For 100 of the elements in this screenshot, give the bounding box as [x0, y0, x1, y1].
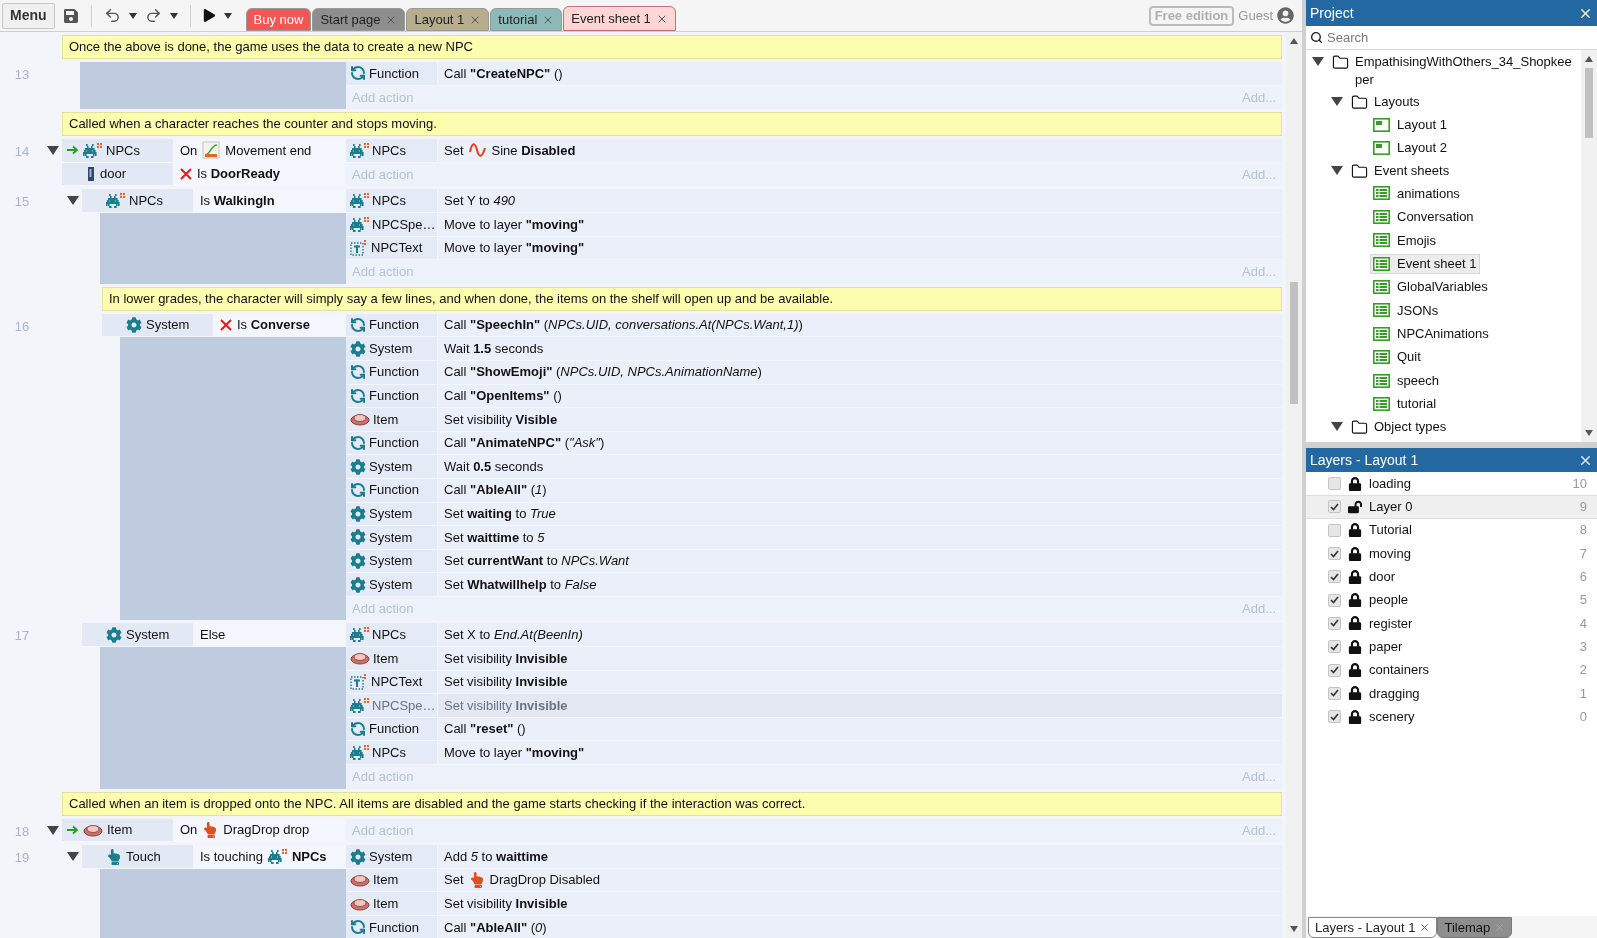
action-cell[interactable]: Add 5 to waittime: [438, 845, 1282, 868]
menu-button[interactable]: Menu: [2, 2, 55, 29]
lock-icon[interactable]: [1348, 476, 1362, 491]
expand-toggle[interactable]: [67, 196, 79, 207]
action-cell[interactable]: Set Y to 490: [438, 189, 1282, 212]
action-object-cell[interactable]: NPCs: [346, 189, 438, 212]
condition-object-cell[interactable]: door: [62, 162, 174, 186]
expand-toggle[interactable]: [47, 146, 59, 157]
action-cell[interactable]: Wait 1.5 seconds: [438, 337, 1282, 360]
save-icon[interactable]: [62, 7, 79, 24]
action-object-cell[interactable]: System: [346, 502, 438, 526]
action-cell[interactable]: Call "AbleAll" (0): [438, 916, 1282, 938]
action-object-cell[interactable]: NPCText: [346, 236, 438, 260]
action-object-cell[interactable]: Function: [346, 916, 438, 938]
unlock-icon[interactable]: [1348, 499, 1362, 514]
layer-row[interactable]: containers 2: [1306, 658, 1597, 682]
tree-item[interactable]: JSONs: [1370, 300, 1442, 321]
action-object-cell[interactable]: Function: [346, 360, 438, 384]
expand-toggle[interactable]: [67, 852, 79, 863]
action-object-cell[interactable]: Function: [346, 478, 438, 502]
document-tab[interactable]: tutorial: [490, 8, 563, 31]
action-object-cell[interactable]: System: [346, 526, 438, 549]
tree-item[interactable]: Layout 2: [1370, 138, 1450, 159]
action-cell[interactable]: Set visibility Invisible: [438, 670, 1282, 694]
layer-row[interactable]: Tutorial 8: [1306, 518, 1597, 542]
action-object-cell[interactable]: Function: [346, 62, 438, 85]
tree-folder-label[interactable]: EmpathisingWithOthers_34_Shopkeeper: [1355, 53, 1577, 89]
action-cell[interactable]: Call "AnimateNPC" ("Ask"): [438, 431, 1282, 455]
layer-row[interactable]: people 5: [1306, 588, 1597, 612]
close-icon[interactable]: [1419, 922, 1431, 933]
visibility-checkbox[interactable]: [1328, 710, 1341, 724]
layer-row[interactable]: scenery 0: [1306, 704, 1597, 729]
action-object-cell[interactable]: Item: [346, 408, 438, 431]
action-object-cell[interactable]: System: [346, 573, 438, 596]
action-object-cell[interactable]: NPCSpe…: [346, 212, 438, 236]
visibility-checkbox[interactable]: [1328, 616, 1341, 630]
tree-item[interactable]: speech: [1370, 370, 1442, 391]
action-object-cell[interactable]: Function: [346, 431, 438, 455]
scroll-down-icon[interactable]: [1290, 926, 1298, 932]
lock-icon[interactable]: [1348, 663, 1362, 677]
action-object-cell[interactable]: System: [346, 337, 438, 360]
lock-icon[interactable]: [1348, 523, 1362, 538]
undo-icon[interactable]: [103, 7, 121, 24]
action-cell[interactable]: Set visibility Invisible: [438, 647, 1282, 670]
scrollbar-thumb[interactable]: [1585, 68, 1593, 138]
visibility-checkbox[interactable]: [1328, 547, 1341, 561]
tree-folder-label[interactable]: Event sheets: [1374, 161, 1450, 180]
action-cell[interactable]: Call "SpeechIn" (NPCs.UID, conversations.At(NPCs.Want,1)): [438, 313, 1282, 337]
tree-folder-label[interactable]: Object types: [1374, 417, 1447, 436]
action-object-cell[interactable]: System: [346, 845, 438, 868]
lock-icon[interactable]: [1348, 639, 1362, 654]
expand-toggle[interactable]: [1331, 165, 1343, 176]
search-box[interactable]: Search: [1306, 26, 1597, 50]
expand-toggle[interactable]: [1312, 57, 1324, 67]
layer-row[interactable]: register 4: [1306, 611, 1597, 636]
action-object-cell[interactable]: System: [346, 455, 438, 478]
action-object-cell[interactable]: Item: [346, 892, 438, 915]
layer-row[interactable]: moving 7: [1306, 541, 1597, 566]
lock-icon[interactable]: [1348, 616, 1362, 631]
action-cell[interactable]: Call "reset" (): [438, 717, 1282, 741]
scrollbar-thumb[interactable]: [1290, 282, 1298, 404]
action-object-cell[interactable]: NPCs: [346, 139, 438, 162]
panel-tab[interactable]: Tilemap: [1437, 917, 1513, 938]
action-cell[interactable]: Move to layer "moving": [438, 236, 1282, 260]
scroll-up-icon[interactable]: [1290, 38, 1298, 44]
action-cell[interactable]: Set Whatwillhelp to False: [438, 573, 1282, 596]
action-cell[interactable]: Set Sine Disabled: [438, 139, 1282, 162]
visibility-checkbox[interactable]: [1328, 663, 1341, 677]
lock-icon[interactable]: [1348, 593, 1362, 608]
action-object-cell[interactable]: System: [346, 549, 438, 573]
tree-item[interactable]: Quit: [1370, 347, 1424, 368]
lock-icon[interactable]: [1348, 569, 1362, 584]
condition-object-cell[interactable]: System: [82, 623, 194, 647]
scroll-down-icon[interactable]: [1585, 430, 1593, 436]
action-cell[interactable]: Set visibility Visible: [438, 408, 1282, 431]
condition-object-cell[interactable]: Item: [62, 818, 174, 842]
action-object-cell[interactable]: Function: [346, 717, 438, 741]
layer-row[interactable]: door 6: [1306, 565, 1597, 589]
condition-object-cell[interactable]: Touch: [82, 845, 194, 868]
visibility-checkbox[interactable]: [1328, 500, 1341, 514]
action-cell[interactable]: Set waiting to True: [438, 502, 1282, 526]
action-cell[interactable]: Wait 0.5 seconds: [438, 455, 1282, 478]
lock-icon[interactable]: [1348, 546, 1362, 561]
action-cell[interactable]: Set DragDrop Disabled: [438, 868, 1282, 892]
visibility-checkbox[interactable]: [1328, 593, 1341, 607]
tree-item[interactable]: Emojis: [1370, 230, 1439, 251]
lock-icon[interactable]: [1348, 686, 1362, 701]
tree-item[interactable]: animations: [1370, 183, 1463, 204]
expand-toggle[interactable]: [47, 825, 59, 836]
condition-object-cell[interactable]: NPCs: [62, 139, 174, 162]
action-object-cell[interactable]: NPCText: [346, 670, 438, 694]
layer-row[interactable]: Layer 0 9: [1306, 495, 1597, 519]
tree-item[interactable]: Conversation: [1370, 206, 1477, 227]
condition-object-cell[interactable]: NPCs: [82, 189, 194, 212]
action-cell[interactable]: Call "OpenItems" (): [438, 384, 1282, 408]
layer-row[interactable]: paper 3: [1306, 635, 1597, 659]
lock-icon[interactable]: [1348, 709, 1362, 724]
document-tab[interactable]: Start page: [312, 8, 406, 31]
action-cell[interactable]: Set X to End.At(BeenIn): [438, 623, 1282, 647]
action-cell[interactable]: Set visibility Invisible: [438, 892, 1282, 915]
